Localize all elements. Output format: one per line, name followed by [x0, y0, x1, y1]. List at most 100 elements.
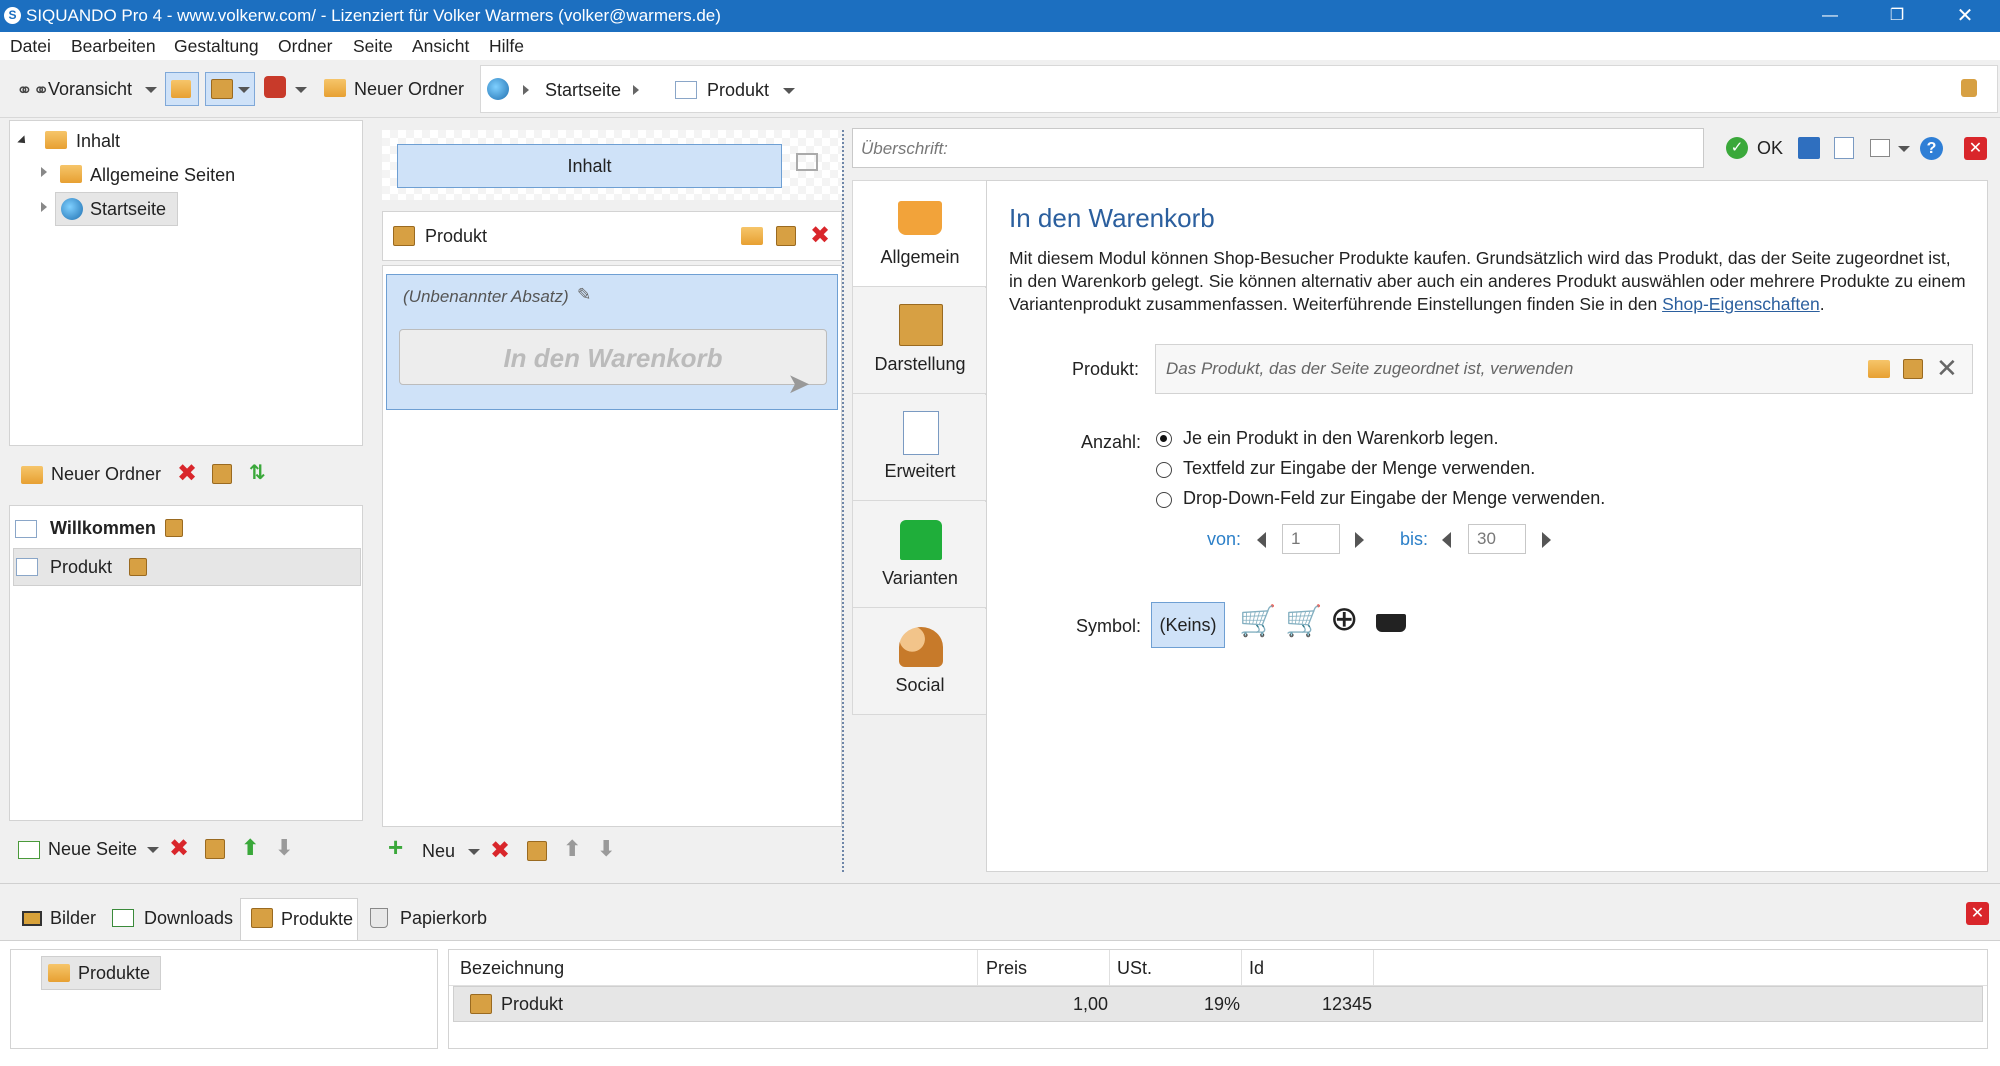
- tab-darstellung[interactable]: Darstellung: [853, 288, 987, 394]
- ok-button[interactable]: OK: [1757, 138, 1783, 159]
- plus-circle-icon[interactable]: ⊕: [1330, 599, 1359, 639]
- page-item-willkommen[interactable]: Willkommen: [50, 518, 156, 539]
- from-decrement-icon[interactable]: [1257, 532, 1266, 548]
- tab-social[interactable]: Social: [853, 609, 987, 715]
- tree-item-startseite[interactable]: Startseite: [55, 192, 178, 226]
- new-folder-button[interactable]: Neuer Ordner: [51, 464, 161, 485]
- edit-mode-icon[interactable]: [1870, 139, 1890, 157]
- preview-icon[interactable]: [1834, 137, 1854, 159]
- clear-icon[interactable]: ✕: [1936, 353, 1958, 384]
- close-panel-icon[interactable]: ✕: [1966, 902, 1989, 925]
- basket-icon[interactable]: [1376, 614, 1406, 632]
- new-folder-button[interactable]: Neuer Ordner: [354, 79, 464, 100]
- new-page-dropdown-icon[interactable]: [147, 847, 159, 853]
- properties-icon[interactable]: [212, 464, 232, 484]
- preview-dropdown-icon[interactable]: [145, 87, 157, 93]
- from-input[interactable]: 1: [1282, 524, 1340, 554]
- count-option-2[interactable]: Textfeld zur Eingabe der Menge verwenden…: [1183, 458, 1535, 479]
- breadcrumb-dropdown-icon[interactable]: [783, 88, 795, 94]
- delete-icon[interactable]: ✖: [810, 224, 830, 248]
- tree-item-inhalt[interactable]: Inhalt: [76, 131, 120, 152]
- move-down-icon[interactable]: ⬇: [275, 835, 293, 861]
- edit-mode-dropdown-icon[interactable]: [1898, 146, 1910, 152]
- layout-icon[interactable]: [796, 153, 818, 171]
- publish-icon[interactable]: [264, 76, 286, 98]
- preview-button[interactable]: Voransicht: [48, 79, 132, 100]
- breadcrumb-startseite[interactable]: Startseite: [545, 80, 621, 101]
- menu-seite[interactable]: Seite: [353, 36, 393, 57]
- cart-icon[interactable]: 🛒: [1239, 604, 1276, 639]
- from-increment-icon[interactable]: [1355, 532, 1364, 548]
- properties-icon[interactable]: [1903, 359, 1923, 379]
- shop-settings-link[interactable]: Shop-Eigenschaften: [1662, 294, 1820, 314]
- publish-dropdown-icon[interactable]: [295, 87, 307, 93]
- menu-ordner[interactable]: Ordner: [278, 36, 332, 57]
- properties-icon[interactable]: [205, 839, 225, 859]
- paragraph-item[interactable]: (Unbenannter Absatz) ✎ In den Warenkorb …: [386, 274, 838, 410]
- tab-downloads[interactable]: Downloads: [106, 898, 236, 938]
- move-up-icon[interactable]: ⬆: [241, 835, 259, 861]
- tree-item-produkte[interactable]: Produkte: [41, 956, 161, 990]
- new-page-button[interactable]: Neue Seite: [48, 839, 137, 860]
- column-header-ust[interactable]: USt.: [1117, 958, 1152, 979]
- select-product-icon[interactable]: [741, 227, 763, 245]
- help-icon[interactable]: ?: [1920, 137, 1943, 160]
- to-increment-icon[interactable]: [1542, 532, 1551, 548]
- tab-allgemein[interactable]: Allgemein: [853, 181, 987, 287]
- column-header-preis[interactable]: Preis: [986, 958, 1027, 979]
- count-option-radio-3[interactable]: [1156, 492, 1172, 508]
- count-option-radio-1[interactable]: [1156, 431, 1172, 447]
- menu-bearbeiten[interactable]: Bearbeiten: [71, 36, 156, 57]
- splitter[interactable]: [842, 130, 844, 872]
- new-paragraph-button[interactable]: Neu: [422, 841, 455, 862]
- collapse-icon[interactable]: [41, 202, 47, 212]
- tab-papierkorb[interactable]: Papierkorb: [362, 898, 490, 938]
- menu-ansicht[interactable]: Ansicht: [412, 36, 469, 57]
- delete-icon[interactable]: ✖: [169, 837, 189, 861]
- content-area-button[interactable]: Inhalt: [397, 144, 782, 188]
- new-paragraph-dropdown-icon[interactable]: [468, 849, 480, 855]
- breadcrumb-produkt[interactable]: Produkt: [707, 80, 769, 101]
- count-option-1[interactable]: Je ein Produkt in den Warenkorb legen.: [1183, 428, 1499, 449]
- properties-icon[interactable]: [527, 841, 547, 861]
- column-header-bezeichnung[interactable]: Bezeichnung: [460, 958, 564, 979]
- tree-item-allgemeine-seiten[interactable]: Allgemeine Seiten: [90, 165, 235, 186]
- symbol-none-option[interactable]: (Keins): [1151, 602, 1225, 648]
- heading-input[interactable]: Überschrift:: [852, 128, 1704, 168]
- tab-produkte[interactable]: Produkte: [240, 898, 358, 940]
- close-icon[interactable]: ✕: [1945, 2, 1985, 30]
- properties-icon[interactable]: [776, 226, 796, 246]
- tab-varianten[interactable]: Varianten: [853, 502, 987, 608]
- menu-datei[interactable]: Datei: [10, 36, 51, 57]
- close-editor-icon[interactable]: ✕: [1964, 137, 1987, 160]
- restore-icon[interactable]: ❐: [1877, 2, 1917, 30]
- tree-view-toggle[interactable]: [165, 72, 199, 106]
- move-down-icon[interactable]: ⬇: [597, 836, 615, 862]
- menu-gestaltung[interactable]: Gestaltung: [174, 36, 259, 57]
- product-field[interactable]: Das Produkt, das der Seite zugeordnet is…: [1155, 344, 1973, 394]
- page-item-produkt[interactable]: Produkt: [13, 548, 361, 586]
- page-view-toggle[interactable]: [205, 72, 255, 106]
- column-header-id[interactable]: Id: [1249, 958, 1264, 979]
- collapse-icon[interactable]: [41, 167, 47, 177]
- menu-hilfe[interactable]: Hilfe: [489, 36, 524, 57]
- lock-icon[interactable]: [1961, 79, 1977, 97]
- count-option-radio-2[interactable]: [1156, 462, 1172, 478]
- move-up-icon[interactable]: ⬆: [563, 836, 581, 862]
- sort-icon[interactable]: ⇅: [249, 460, 266, 485]
- minimize-icon[interactable]: —: [1810, 2, 1850, 30]
- tab-bilder[interactable]: Bilder: [12, 898, 102, 938]
- page-view-dropdown-icon[interactable]: [238, 87, 250, 93]
- save-icon[interactable]: [1798, 137, 1820, 159]
- to-input[interactable]: 30: [1468, 524, 1526, 554]
- edit-icon[interactable]: ✎: [577, 285, 591, 305]
- select-product-icon[interactable]: [1868, 360, 1890, 378]
- tab-erweitert[interactable]: Erweitert: [853, 395, 987, 501]
- expand-icon[interactable]: [17, 135, 29, 147]
- add-icon[interactable]: +: [388, 832, 403, 863]
- count-option-3[interactable]: Drop-Down-Feld zur Eingabe der Menge ver…: [1183, 488, 1605, 509]
- delete-icon[interactable]: ✖: [177, 462, 197, 486]
- to-decrement-icon[interactable]: [1442, 532, 1451, 548]
- cart-plus-icon[interactable]: 🛒: [1285, 604, 1322, 639]
- delete-icon[interactable]: ✖: [490, 839, 510, 863]
